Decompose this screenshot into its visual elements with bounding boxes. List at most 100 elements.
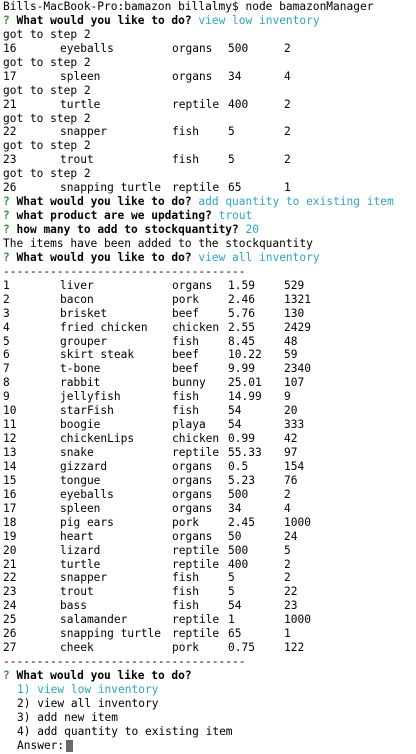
cell-price: 1.59: [228, 278, 255, 292]
cell-dept: pork: [172, 641, 199, 655]
cell-price: 5.76: [228, 306, 255, 320]
cell-name: snapper: [60, 571, 108, 585]
cell-price: 5: [228, 571, 235, 585]
table-row: 17 spleen organs 34 4: [3, 70, 416, 84]
table-separator-bottom: ------------------------------------: [3, 655, 246, 669]
cell-qty: 23: [284, 599, 298, 613]
cell-id: 7: [3, 362, 10, 376]
question-mark-icon: ?: [3, 209, 10, 223]
cell-id: 13: [3, 446, 17, 459]
cell-id: 22: [3, 571, 17, 585]
question-text: What would you like to do?: [16, 13, 192, 27]
selected-answer: add quantity to existing item: [198, 195, 394, 209]
quantity-answer: 20: [245, 223, 260, 236]
cell-name: liver: [60, 278, 94, 292]
product-answer: trout: [218, 209, 253, 223]
table-row: 7 t-bone beef 9.99 2340: [3, 362, 416, 376]
cell-name: spleen: [60, 69, 101, 83]
cell-name: grouper: [60, 334, 108, 348]
step-log-line: got to step 2: [3, 139, 91, 153]
cell-id: 26: [3, 181, 17, 195]
table-row: 8 rabbit bunny 25.01 107: [3, 376, 416, 390]
cell-id: 10: [3, 404, 17, 418]
selected-answer: view all inventory: [198, 250, 320, 264]
question-line: ? What would you like to do? view low in…: [3, 14, 416, 28]
cell-dept: organs: [172, 501, 213, 515]
answer-label: Answer:: [17, 738, 65, 752]
cell-name: trout: [60, 585, 94, 599]
step-log-line: got to step 2: [3, 55, 91, 69]
question-mark-icon: ?: [3, 223, 10, 236]
inventory-table: 1 liver organs 1.59 529 2 bacon pork 2.46 1321 3 br…: [3, 279, 416, 655]
result-message: The items have been added to the stockqu…: [3, 236, 313, 250]
cell-name: fried chicken: [60, 320, 148, 334]
cell-price: 54: [228, 418, 242, 432]
cell-id: 19: [3, 529, 17, 543]
cell-qty: 4: [284, 69, 291, 83]
cell-price: 54: [228, 404, 242, 418]
cell-dept: beef: [172, 306, 199, 320]
cell-name: snapping turtle: [60, 181, 162, 195]
question-text: What would you like to do?: [16, 195, 192, 209]
cell-id: 8: [3, 376, 10, 390]
cell-dept: organs: [172, 41, 213, 55]
cell-name: turtle: [60, 97, 101, 111]
cell-dept: fish: [172, 390, 199, 404]
table-row: 19 heart organs 50 24: [3, 530, 416, 544]
table-row: 14 gizzard organs 0.5 154: [3, 460, 416, 474]
cell-name: eyeballs: [60, 41, 114, 55]
cell-name: cheek: [60, 641, 94, 655]
table-row: 9 jellyfish fish 14.99 9: [3, 390, 416, 404]
cell-dept: fish: [172, 334, 199, 348]
cell-price: 500: [228, 41, 249, 55]
table-row: 26 snapping turtle reptile 65 1: [3, 627, 416, 641]
cell-name: snapper: [60, 125, 108, 139]
menu-option-add-new-item[interactable]: 3) add new item: [3, 711, 416, 725]
cell-price: 34: [228, 501, 242, 515]
table-row: 22 snapper fish 5 2: [3, 571, 416, 585]
cell-id: 6: [3, 348, 10, 362]
cell-qty: 107: [284, 376, 305, 390]
cell-id: 22: [3, 125, 17, 139]
cell-price: 400: [228, 97, 249, 111]
cell-id: 21: [3, 97, 17, 111]
menu-option-view-all-inventory[interactable]: 2) view all inventory: [3, 697, 416, 711]
cell-dept: organs: [172, 473, 213, 487]
cell-name: rabbit: [60, 376, 101, 390]
cell-price: 50: [228, 529, 242, 543]
cell-dept: beef: [172, 348, 199, 362]
cell-id: 16: [3, 487, 17, 501]
low-inventory-output: got to step 2 16 eyeballs organs 500 2 got to …: [3, 28, 416, 195]
cell-dept: reptile: [172, 627, 220, 641]
cell-qty: 2: [284, 487, 291, 501]
cell-name: eyeballs: [60, 487, 114, 501]
menu-option-add-quantity[interactable]: 4) add quantity to existing item: [3, 725, 416, 739]
cell-name: brisket: [60, 306, 108, 320]
cell-id: 3: [3, 306, 10, 320]
menu-option-view-low-inventory[interactable]: 1) view low inventory: [3, 683, 416, 697]
terminal-window: Bills-MacBook-Pro:bamazon billalmy$ node…: [0, 0, 416, 754]
cell-dept: pork: [172, 515, 199, 529]
step-log-line: got to step 2: [3, 27, 91, 41]
cell-name: jellyfish: [60, 390, 121, 404]
answer-input-line[interactable]: Answer:: [3, 739, 416, 753]
table-row: 16 eyeballs organs 500 2: [3, 488, 416, 502]
cell-id: 5: [3, 334, 10, 348]
cell-dept: beef: [172, 362, 199, 376]
cell-qty: 22: [284, 585, 298, 599]
cell-id: 18: [3, 515, 17, 529]
cell-dept: bunny: [172, 376, 206, 390]
cell-dept: reptile: [172, 543, 220, 557]
table-row: 17 spleen organs 34 4: [3, 502, 416, 516]
table-row: 16 eyeballs organs 500 2: [3, 42, 416, 56]
cell-name: starFish: [60, 404, 114, 418]
table-row: 23 trout fish 5 22: [3, 585, 416, 599]
cell-qty: 2: [284, 571, 291, 585]
table-row: 3 brisket beef 5.76 130: [3, 307, 416, 321]
cell-price: 2.45: [228, 515, 255, 529]
cell-qty: 2: [284, 97, 291, 111]
cell-dept: playa: [172, 418, 206, 432]
cell-price: 2.46: [228, 292, 255, 306]
cell-name: t-bone: [60, 362, 101, 376]
cell-id: 1: [3, 278, 10, 292]
